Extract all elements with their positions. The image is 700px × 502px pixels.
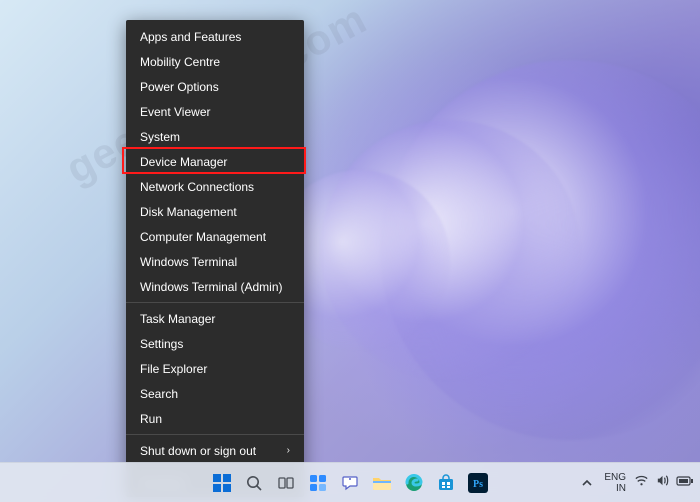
menu-item-label: Power Options xyxy=(140,80,219,94)
menu-item-system[interactable]: System xyxy=(126,124,304,149)
system-tray: ENG IN xyxy=(578,472,694,494)
menu-item-label: Search xyxy=(140,387,178,401)
menu-item-label: System xyxy=(140,130,180,144)
menu-item-label: Mobility Centre xyxy=(140,55,220,69)
menu-item-label: Task Manager xyxy=(140,312,215,326)
menu-item-device-manager[interactable]: Device Manager xyxy=(126,149,304,174)
menu-item-windows-terminal-admin[interactable]: Windows Terminal (Admin) xyxy=(126,274,304,299)
photoshop-icon[interactable]: Ps xyxy=(465,470,491,496)
menu-item-shut-down-or-sign-out[interactable]: Shut down or sign out › xyxy=(126,438,304,463)
start-button[interactable] xyxy=(209,470,235,496)
menu-item-mobility-centre[interactable]: Mobility Centre xyxy=(126,49,304,74)
lang-top: ENG xyxy=(604,472,626,483)
language-indicator[interactable]: ENG IN xyxy=(604,472,626,494)
taskbar-center: Ps xyxy=(209,470,491,496)
menu-item-task-manager[interactable]: Task Manager xyxy=(126,306,304,331)
menu-item-label: Run xyxy=(140,412,162,426)
menu-item-file-explorer[interactable]: File Explorer xyxy=(126,356,304,381)
menu-item-label: Network Connections xyxy=(140,180,254,194)
menu-item-label: Disk Management xyxy=(140,205,237,219)
speaker-icon[interactable] xyxy=(655,473,670,493)
task-view-icon[interactable] xyxy=(273,470,299,496)
menu-item-label: File Explorer xyxy=(140,362,207,376)
chat-icon[interactable] xyxy=(337,470,363,496)
widgets-icon[interactable] xyxy=(305,470,331,496)
menu-item-label: Shut down or sign out xyxy=(140,444,256,458)
edge-icon[interactable] xyxy=(401,470,427,496)
menu-item-network-connections[interactable]: Network Connections xyxy=(126,174,304,199)
store-icon[interactable] xyxy=(433,470,459,496)
menu-item-label: Computer Management xyxy=(140,230,266,244)
winx-context-menu: Apps and Features Mobility Centre Power Op… xyxy=(126,20,304,497)
wifi-icon[interactable] xyxy=(634,473,649,493)
file-explorer-icon[interactable] xyxy=(369,470,395,496)
menu-item-label: Device Manager xyxy=(140,155,227,169)
menu-separator xyxy=(126,302,304,303)
menu-item-windows-terminal[interactable]: Windows Terminal xyxy=(126,249,304,274)
menu-item-search[interactable]: Search xyxy=(126,381,304,406)
tray-overflow-chevron-icon[interactable] xyxy=(578,472,596,494)
menu-item-run[interactable]: Run xyxy=(126,406,304,431)
menu-item-computer-management[interactable]: Computer Management xyxy=(126,224,304,249)
menu-item-label: Windows Terminal (Admin) xyxy=(140,280,282,294)
menu-item-label: Event Viewer xyxy=(140,105,210,119)
search-icon[interactable] xyxy=(241,470,267,496)
taskbar: Ps ENG IN xyxy=(0,462,700,502)
menu-item-settings[interactable]: Settings xyxy=(126,331,304,356)
menu-separator xyxy=(126,434,304,435)
svg-text:Ps: Ps xyxy=(473,479,483,490)
menu-item-label: Windows Terminal xyxy=(140,255,237,269)
lang-bottom: IN xyxy=(604,483,626,494)
menu-item-power-options[interactable]: Power Options xyxy=(126,74,304,99)
chevron-right-icon: › xyxy=(287,445,290,456)
menu-item-apps-and-features[interactable]: Apps and Features xyxy=(126,24,304,49)
menu-item-disk-management[interactable]: Disk Management xyxy=(126,199,304,224)
desktop-wallpaper: geekermag.com Apps and FeaturesMobility … xyxy=(0,0,700,502)
menu-item-label: Apps and Features xyxy=(140,30,241,44)
battery-icon[interactable] xyxy=(676,474,694,492)
menu-item-label: Settings xyxy=(140,337,183,351)
menu-item-event-viewer[interactable]: Event Viewer xyxy=(126,99,304,124)
